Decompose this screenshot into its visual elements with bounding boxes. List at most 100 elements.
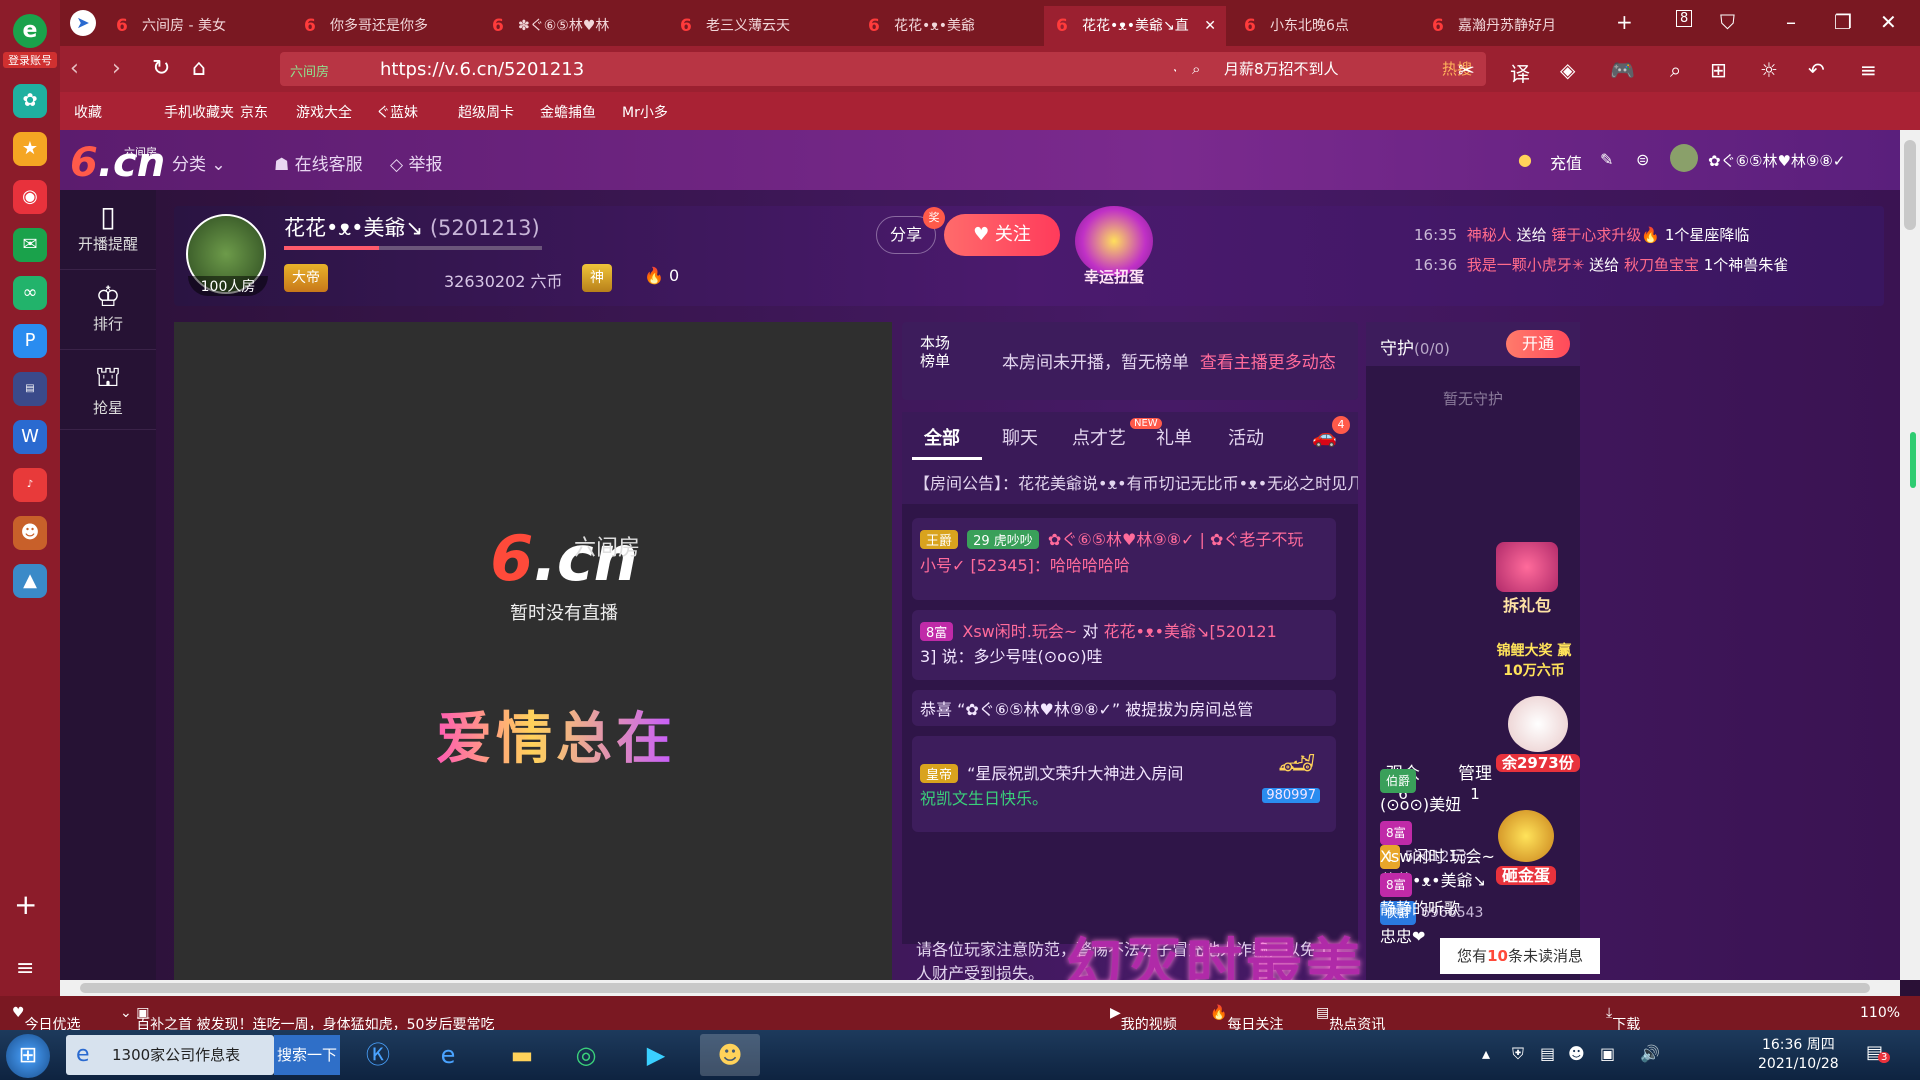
grid-icon[interactable]: ⊞ [1710, 58, 1727, 82]
lucky-gacha[interactable]: 幸运扭蛋 [1074, 206, 1154, 302]
user-avatar[interactable] [1670, 144, 1698, 172]
taskbar-search-button[interactable]: 搜索一下 [274, 1035, 340, 1075]
browser-tab[interactable]: 6 老三义薄云天 [668, 6, 850, 46]
music-icon[interactable]: ♪ [13, 468, 47, 502]
tab-chat[interactable]: 聊天 [1002, 424, 1038, 450]
close-window-icon[interactable]: ✕ [1880, 10, 1897, 34]
tab-count-badge[interactable]: 8 [1676, 10, 1693, 27]
guard-open-button[interactable]: 开通 [1506, 330, 1570, 358]
site-logo[interactable]: 6.cn 六间房 [70, 140, 165, 186]
nav-rank[interactable]: ♔ 排行 [60, 270, 156, 350]
leaf-icon[interactable]: ✿ [13, 84, 47, 118]
news-ticker[interactable]: ⌄ 百补之首 被发现！连吃一周，身体猛如虎，50岁后要常吃 ▣ [120, 1005, 494, 1033]
rank-label[interactable]: 本场榜单 [920, 334, 956, 370]
back-icon[interactable]: ‹ [70, 56, 79, 81]
browser-tab[interactable]: 6 嘉瀚丹苏静好月 [1420, 6, 1602, 46]
edit-icon[interactable]: ✎ [1600, 150, 1613, 169]
search-field[interactable]: ⌕ 月薪8万招不到人 热搜 [1176, 52, 1486, 86]
main-menu-icon[interactable]: ≡ [1860, 58, 1877, 82]
home-icon[interactable]: ⌂ [192, 56, 206, 81]
translate-icon[interactable]: 译 [1510, 58, 1530, 87]
lucky-cat-promo[interactable]: 余2973份 [1496, 696, 1580, 773]
bookmark-item[interactable]: Mr小多 [622, 102, 668, 122]
bookmark-item[interactable]: 京东 [240, 102, 268, 122]
ie-browser-icon[interactable]: e [418, 1034, 478, 1076]
brightness-icon[interactable]: ☼ [1760, 58, 1778, 82]
my-video-link[interactable]: ▶ 我的视频 [1110, 1005, 1177, 1033]
restore-icon[interactable]: ❐ [1834, 10, 1852, 34]
audience-item[interactable]: 8富 Xsw闲时.玩会~ [1380, 820, 1495, 869]
ie-search-box[interactable]: e 1300家公司作息表 [66, 1035, 274, 1075]
audience-item[interactable]: 伯爵 (⊙o⊙)美妞 [1380, 768, 1461, 817]
browser-tab[interactable]: 6 ✽ぐ⑥⑤林♥林 [480, 6, 662, 46]
browser-tab[interactable]: 6 六间房 - 美女 [104, 6, 286, 46]
scroll-thumb[interactable] [80, 983, 1870, 993]
tray-qq-icon[interactable]: ☻ [1568, 1044, 1585, 1063]
browser-tab[interactable]: 6 小东北晚6点 [1232, 6, 1414, 46]
service-link[interactable]: ☗ 在线客服 [274, 150, 363, 175]
streamer-avatar[interactable]: 100人房 [186, 214, 268, 296]
msg-from[interactable]: 神秘人 [1467, 226, 1512, 244]
unread-messages[interactable]: 您有10条未读消息 [1440, 938, 1600, 974]
tray-keyboard-icon[interactable]: ▤ [1540, 1044, 1555, 1063]
tab-talent[interactable]: 点才艺 [1072, 424, 1126, 450]
zoom-level[interactable]: 110% [1860, 1005, 1900, 1021]
add-icon[interactable]: + [14, 888, 37, 921]
close-tab-icon[interactable]: ✕ [1204, 6, 1216, 46]
k-app-icon[interactable]: Ⓚ [348, 1034, 408, 1076]
word-icon[interactable]: W [13, 420, 47, 454]
tray-shield-icon[interactable]: ⛨ [1512, 1044, 1524, 1064]
follow-button[interactable]: ♥ 关注 [944, 214, 1060, 256]
undo-icon[interactable]: ↶ [1808, 58, 1825, 82]
report-link[interactable]: ◇ 举报 [390, 150, 442, 175]
bookmark-item[interactable]: ぐ蓝妹 [376, 102, 418, 122]
chat-user[interactable]: ✿ぐ⑥⑤林♥林⑨⑧✓ | ✿ぐ老子不玩 [1048, 530, 1304, 549]
browser-tab[interactable]: 6 花花•ᴥ•美爺↘直 ✕ [1044, 6, 1226, 46]
star-icon[interactable]: ★ [13, 132, 47, 166]
weibo-icon[interactable]: ◉ [13, 180, 47, 214]
streamer-name[interactable]: 花花•ᴥ•美爺↘ [284, 216, 423, 240]
chat-target[interactable]: 花花•ᴥ•美爺↘[520121 [1103, 622, 1276, 641]
bookmark-item[interactable]: 金蟾捕鱼 [540, 102, 596, 122]
daily-link[interactable]: 🔥 每日关注 [1210, 1005, 1283, 1033]
msg-to[interactable]: 锤于心求升级🔥 [1551, 226, 1660, 244]
clock[interactable]: 16:36 周四 2021/10/28 [1758, 1036, 1839, 1074]
player-icon[interactable]: ▶ [626, 1034, 686, 1076]
vertical-scrollbar[interactable] [1900, 130, 1920, 980]
recharge-link[interactable]: 充值 [1550, 150, 1582, 174]
browser-tab[interactable]: 6 花花•ᴥ•美爺 [856, 6, 1038, 46]
navigate-icon[interactable]: ➤ [70, 10, 96, 36]
category-menu[interactable]: 分类 ⌄ [172, 150, 226, 175]
golden-egg-promo[interactable]: 砸金蛋 [1496, 810, 1557, 886]
browser-tab[interactable]: 6 你多哥还是你多 [292, 6, 474, 46]
scroll-thumb[interactable] [1904, 140, 1916, 230]
tray-volume-icon[interactable]: 🔊 [1640, 1044, 1660, 1063]
download-link[interactable]: ⤓ 下载 [1606, 1005, 1640, 1033]
hot-news-link[interactable]: ▤ 热点资讯 [1316, 1005, 1385, 1033]
tab-activity[interactable]: 活动 [1228, 424, 1264, 450]
url-field[interactable]: 六间房 https://v.6.cn/5201213 ⌄ [280, 52, 1200, 86]
today-picks[interactable]: ♥ 今日优选 [12, 1005, 81, 1033]
forward-icon[interactable]: › [112, 56, 121, 81]
minimize-icon[interactable]: – [1786, 10, 1796, 34]
gift-pack-promo[interactable]: 拆礼包 [1496, 542, 1558, 616]
horizontal-scrollbar[interactable] [60, 980, 1900, 996]
login-button[interactable]: e 登录账号 [3, 14, 57, 72]
new-tab-icon[interactable]: + [1616, 10, 1633, 34]
message-icon[interactable]: ⊜ [1636, 150, 1649, 169]
game-icon[interactable]: ☻ [13, 516, 47, 550]
mail-icon[interactable]: ✉ [13, 228, 47, 262]
shield-icon[interactable]: ◈ [1560, 58, 1575, 82]
tray-network-icon[interactable]: ▣ [1600, 1044, 1615, 1063]
bookmark-item[interactable]: 游戏大全 [296, 102, 352, 122]
browser360-icon[interactable]: ◎ [556, 1034, 616, 1076]
chat-user[interactable]: Xsw闲时.玩会~ [962, 622, 1077, 641]
msg-from[interactable]: 我是一颗小虎牙✳ [1467, 256, 1585, 274]
nav-grab-star[interactable]: ⛫ 抢星 [60, 350, 156, 430]
gamepad-icon[interactable]: 🎮 [1610, 58, 1635, 82]
tab-managers[interactable]: 管理 1 [1458, 764, 1492, 804]
audience-item[interactable]: 8富 静静的听歌 [1380, 872, 1460, 918]
shirt-icon[interactable]: ⛉ [1720, 10, 1735, 34]
photo-icon[interactable]: ▲ [13, 564, 47, 598]
more-activity-link[interactable]: 查看主播更多动态 [1200, 353, 1336, 373]
